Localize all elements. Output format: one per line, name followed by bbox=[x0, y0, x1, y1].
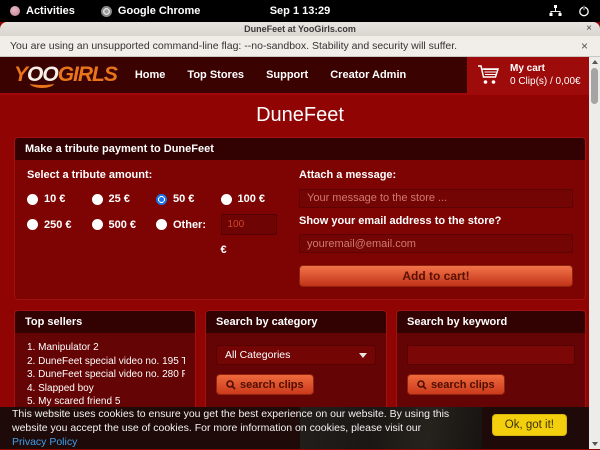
cookie-accept-button[interactable]: Ok, got it! bbox=[492, 414, 567, 436]
amount-option-label: 100 € bbox=[238, 193, 266, 205]
radio-icon[interactable] bbox=[92, 219, 103, 230]
keyword-search-title: Search by keyword bbox=[397, 311, 585, 333]
amount-option-label: 50 € bbox=[173, 193, 194, 205]
nav-item-home[interactable]: Home bbox=[135, 69, 166, 81]
tribute-panel-title: Make a tribute payment to DuneFeet bbox=[15, 138, 585, 160]
amount-option-250[interactable]: 250 € bbox=[27, 214, 92, 235]
top-seller-item[interactable]: 3. DuneFeet special video no. 280 F bbox=[27, 368, 185, 382]
privacy-policy-link[interactable]: Privacy Policy bbox=[12, 436, 77, 448]
radio-icon[interactable] bbox=[92, 194, 103, 205]
amount-option-label: 25 € bbox=[109, 193, 130, 205]
nav-item-support[interactable]: Support bbox=[266, 69, 308, 81]
page-scrollbar[interactable] bbox=[589, 57, 600, 449]
email-label: Show your email address to the store? bbox=[299, 215, 573, 227]
amount-option-50[interactable]: 50 € bbox=[156, 193, 221, 205]
cookie-banner: This website uses cookies to ensure you … bbox=[0, 407, 600, 449]
window-titlebar[interactable]: DuneFeet at YooGirls.com × bbox=[0, 22, 600, 36]
sandbox-warning-bar: You are using an unsupported command-lin… bbox=[0, 36, 600, 57]
amount-option-label: Other: bbox=[173, 219, 206, 231]
scroll-up-icon[interactable] bbox=[589, 57, 600, 67]
radio-icon[interactable] bbox=[156, 194, 167, 205]
top-seller-item[interactable]: 2. DuneFeet special video no. 195 T bbox=[27, 355, 185, 369]
scrollbar-thumb[interactable] bbox=[591, 68, 598, 104]
amount-option-100[interactable]: 100 € bbox=[221, 193, 286, 205]
message-input[interactable] bbox=[299, 189, 573, 208]
category-search-title: Search by category bbox=[206, 311, 386, 333]
amount-option-500[interactable]: 500 € bbox=[92, 214, 157, 235]
message-label: Attach a message: bbox=[299, 169, 573, 181]
scroll-down-icon[interactable] bbox=[589, 439, 600, 449]
sandbox-warning-text: You are using an unsupported command-lin… bbox=[10, 40, 457, 52]
window-title: DuneFeet at YooGirls.com bbox=[244, 24, 356, 34]
top-sellers-title: Top sellers bbox=[15, 311, 195, 333]
amount-option-label: 10 € bbox=[44, 193, 65, 205]
nav-item-top-stores[interactable]: Top Stores bbox=[187, 69, 244, 81]
top-sellers-list: 1. Manipulator 22. DuneFeet special vide… bbox=[15, 333, 195, 409]
radio-icon[interactable] bbox=[27, 219, 38, 230]
lower-page-content: Black sleek 7 This website uses cookies … bbox=[0, 407, 600, 449]
amount-option-10[interactable]: 10 € bbox=[27, 193, 92, 205]
amount-options: 10 € 25 € 50 € 100 € 250 € 500 € Other: € bbox=[27, 193, 285, 256]
logo-part: GIRLS bbox=[58, 63, 117, 86]
search-clips-label: search clips bbox=[240, 379, 304, 391]
browser-window: DuneFeet at YooGirls.com × You are using… bbox=[0, 22, 600, 450]
radio-icon[interactable] bbox=[27, 194, 38, 205]
cart-label: My cart bbox=[510, 62, 581, 75]
chevron-down-icon bbox=[359, 353, 367, 358]
keyword-search-panel: Search by keyword search clips bbox=[396, 310, 586, 410]
category-search-panel: Search by category All Categories search… bbox=[205, 310, 387, 410]
chrome-icon bbox=[101, 6, 112, 17]
logo-part: Y bbox=[14, 63, 27, 86]
nav-item-creator-admin[interactable]: Creator Admin bbox=[330, 69, 406, 81]
activities-button[interactable]: Activities bbox=[10, 5, 75, 17]
site-logo[interactable]: YOOGIRLS bbox=[14, 63, 117, 87]
cart-widget[interactable]: My cart 0 Clip(s) / 0,00€ bbox=[467, 57, 589, 94]
amount-option-Other[interactable]: Other: bbox=[156, 214, 221, 235]
search-clips-by-keyword-button[interactable]: search clips bbox=[407, 374, 505, 395]
cart-summary: 0 Clip(s) / 0,00€ bbox=[510, 75, 581, 88]
currency-label: € bbox=[221, 244, 286, 256]
tribute-panel: Make a tribute payment to DuneFeet Selec… bbox=[14, 137, 586, 300]
radio-icon[interactable] bbox=[221, 194, 232, 205]
chrome-app-indicator[interactable]: Google Chrome bbox=[101, 5, 201, 17]
desktop-topbar: Activities Google Chrome Sep 1 13:29 bbox=[0, 0, 600, 22]
amount-option-label: 250 € bbox=[44, 219, 72, 231]
page-title: DuneFeet bbox=[0, 95, 600, 137]
main-nav: Home Top Stores Support Creator Admin bbox=[135, 69, 406, 81]
add-to-cart-button[interactable]: Add to cart! bbox=[299, 265, 573, 287]
top-seller-item[interactable]: 4. Slapped boy bbox=[27, 382, 185, 396]
activities-icon bbox=[10, 6, 20, 16]
amount-label: Select a tribute amount: bbox=[27, 169, 285, 181]
search-icon bbox=[226, 380, 236, 390]
category-select-value: All Categories bbox=[225, 349, 290, 361]
warning-close-icon[interactable]: × bbox=[581, 39, 588, 53]
search-clips-by-category-button[interactable]: search clips bbox=[216, 374, 314, 395]
category-select[interactable]: All Categories bbox=[216, 345, 376, 365]
top-sellers-panel: Top sellers 1. Manipulator 22. DuneFeet … bbox=[14, 310, 196, 410]
search-clips-label: search clips bbox=[431, 379, 495, 391]
email-input[interactable] bbox=[299, 234, 573, 253]
power-icon[interactable] bbox=[578, 5, 590, 17]
page-viewport: YOOGIRLS Home Top Stores Support Creator Ad… bbox=[0, 57, 600, 449]
chrome-app-label: Google Chrome bbox=[118, 5, 201, 17]
radio-icon[interactable] bbox=[156, 219, 167, 230]
search-icon bbox=[417, 380, 427, 390]
other-amount-input[interactable] bbox=[221, 214, 277, 235]
cart-icon bbox=[477, 64, 501, 86]
amount-option-label: 500 € bbox=[109, 219, 137, 231]
activities-label: Activities bbox=[26, 5, 75, 17]
window-close-icon[interactable]: × bbox=[586, 23, 592, 34]
cookie-text: This website uses cookies to ensure you … bbox=[12, 407, 452, 449]
amount-option-25[interactable]: 25 € bbox=[92, 193, 157, 205]
top-seller-item[interactable]: 1. Manipulator 2 bbox=[27, 341, 185, 355]
logo-smile-decoration bbox=[30, 79, 54, 88]
keyword-input[interactable] bbox=[407, 345, 575, 365]
network-icon[interactable] bbox=[549, 5, 562, 17]
site-header: YOOGIRLS Home Top Stores Support Creator Ad… bbox=[0, 57, 600, 95]
